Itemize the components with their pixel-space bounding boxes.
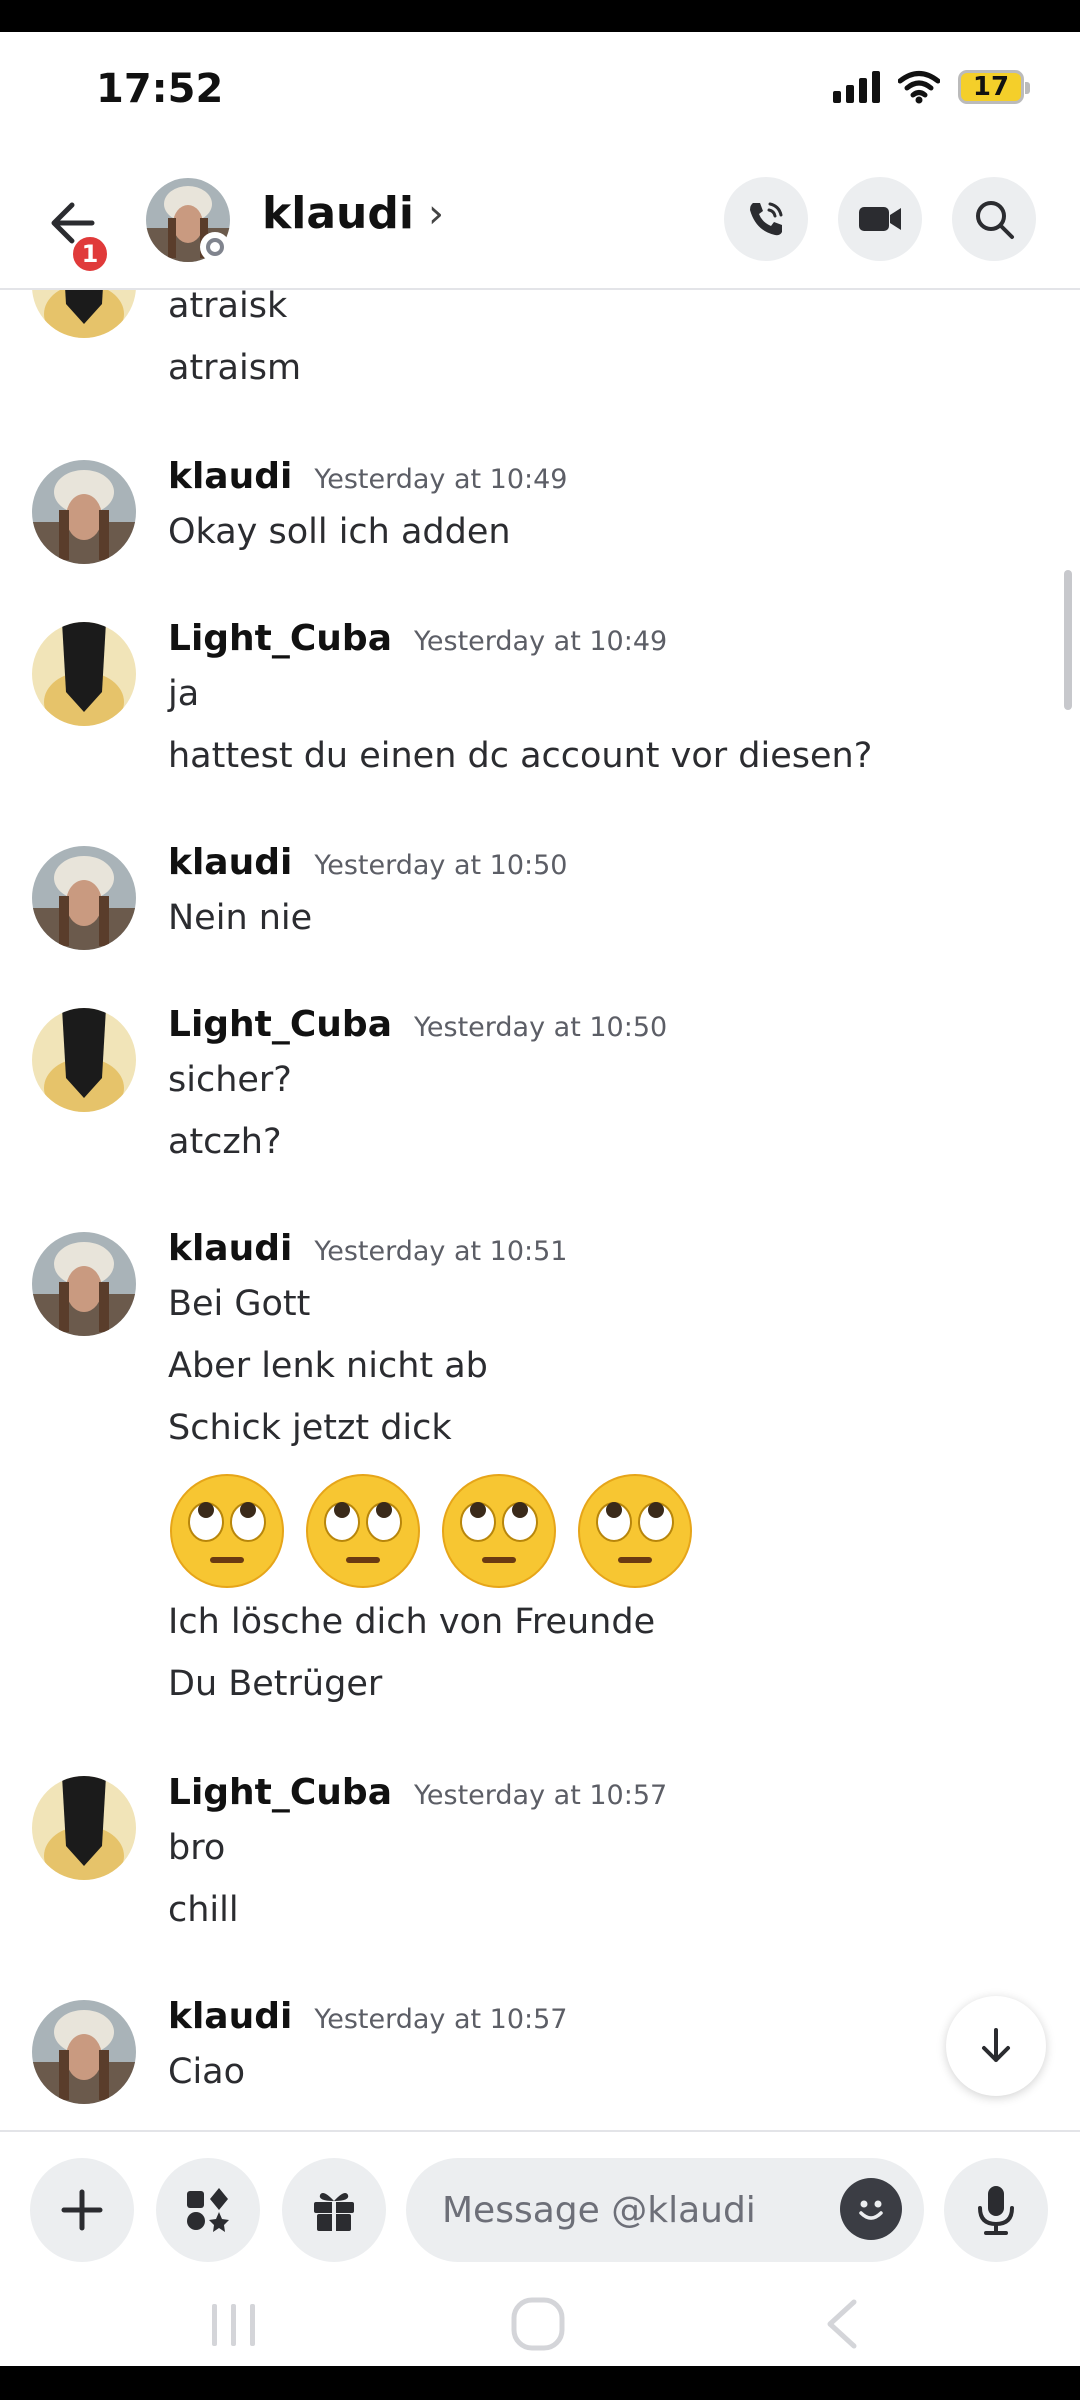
scrollbar-thumb[interactable] <box>1064 570 1072 710</box>
message-line: ja <box>168 674 200 714</box>
message-line: atczh? <box>168 1122 282 1162</box>
system-navigation-bar <box>0 2280 1080 2366</box>
arrow-down-icon <box>982 2028 1010 2062</box>
message-input-placeholder: Message @klaudi <box>442 2189 756 2231</box>
video-camera-icon <box>859 207 901 231</box>
message-header: Light_Cuba Yesterday at 10:49 <box>168 618 667 659</box>
apps-icon <box>187 2188 229 2232</box>
avatar-klaudi[interactable] <box>32 1232 136 1336</box>
avatar-light-cuba[interactable] <box>32 290 136 338</box>
message-line: sicher? <box>168 1060 292 1100</box>
wifi-icon <box>898 71 940 104</box>
avatar-klaudi[interactable] <box>32 2000 136 2104</box>
avatar-klaudi[interactable] <box>32 460 136 564</box>
chat-header: 1 klaudi › <box>0 152 1080 290</box>
message-line: Du Betrüger <box>168 1664 383 1704</box>
bottom-black-band <box>0 2366 1080 2400</box>
message-timestamp: Yesterday at 10:50 <box>314 850 568 881</box>
avatar-klaudi[interactable] <box>32 846 136 950</box>
message-line: atraism <box>168 348 302 388</box>
microphone-icon <box>978 2186 1014 2235</box>
emoji-message <box>168 1472 694 1590</box>
message-line: Bei Gott <box>168 1284 311 1324</box>
message-input[interactable]: Message @klaudi <box>406 2158 924 2262</box>
author-name[interactable]: klaudi <box>168 1996 292 2037</box>
jump-to-present-button[interactable] <box>946 1996 1046 2096</box>
author-name[interactable]: klaudi <box>168 1228 292 1269</box>
voice-message-button[interactable] <box>944 2158 1048 2262</box>
message-line: Nein nie <box>168 898 313 938</box>
status-time: 17:52 <box>96 66 224 112</box>
video-call-button[interactable] <box>838 177 922 261</box>
system-back-icon[interactable] <box>818 2296 864 2352</box>
plus-icon <box>61 2189 103 2231</box>
message-header: klaudi Yesterday at 10:49 <box>168 456 568 497</box>
face-with-rolling-eyes-icon <box>578 1474 692 1588</box>
message-timestamp: Yesterday at 10:57 <box>414 1780 668 1811</box>
message-list[interactable]: atraisk atraism klaudi Yesterday at 10:49… <box>0 290 1080 2130</box>
status-bar: 17:52 17 <box>0 32 1080 152</box>
face-with-rolling-eyes-icon <box>170 1474 284 1588</box>
author-name[interactable]: Light_Cuba <box>168 1004 392 1045</box>
status-icons: 17 <box>833 70 1030 104</box>
message-line: atraisk <box>168 290 288 326</box>
avatar-light-cuba[interactable] <box>32 1776 136 1880</box>
gift-icon <box>314 2193 354 2231</box>
voice-call-button[interactable] <box>724 177 808 261</box>
message-header: klaudi Yesterday at 10:57 <box>168 1996 568 2037</box>
message-line: hattest du einen dc account vor diesen? <box>168 736 873 776</box>
emoji-picker-button[interactable] <box>840 2178 902 2240</box>
message-header: klaudi Yesterday at 10:50 <box>168 842 568 883</box>
contact-name: klaudi <box>262 188 414 239</box>
avatar-light-cuba[interactable] <box>32 622 136 726</box>
message-line: Ciao <box>168 2052 246 2092</box>
message-line: Okay soll ich adden <box>168 512 511 552</box>
face-with-rolling-eyes-icon <box>442 1474 556 1588</box>
message-header: klaudi Yesterday at 10:51 <box>168 1228 568 1269</box>
search-button[interactable] <box>952 177 1036 261</box>
home-icon[interactable] <box>508 2296 568 2352</box>
author-name[interactable]: Light_Cuba <box>168 618 392 659</box>
chevron-right-icon: › <box>427 190 444 237</box>
add-attachment-button[interactable] <box>30 2158 134 2262</box>
face-with-rolling-eyes-icon <box>306 1474 420 1588</box>
recent-apps-icon[interactable] <box>206 2298 262 2350</box>
author-name[interactable]: klaudi <box>168 842 292 883</box>
message-line: Schick jetzt dick <box>168 1408 452 1448</box>
avatar-light-cuba[interactable] <box>32 1008 136 1112</box>
apps-button[interactable] <box>156 2158 260 2262</box>
search-icon <box>976 201 1014 239</box>
top-black-band <box>0 0 1080 32</box>
message-line: Aber lenk nicht ab <box>168 1346 488 1386</box>
contact-title[interactable]: klaudi › <box>262 188 444 239</box>
message-timestamp: Yesterday at 10:57 <box>314 2004 568 2035</box>
message-line: bro <box>168 1828 226 1868</box>
phone-call-icon <box>750 202 783 236</box>
message-header: Light_Cuba Yesterday at 10:50 <box>168 1004 667 1045</box>
emoji-icon <box>859 2200 883 2220</box>
author-name[interactable]: Light_Cuba <box>168 1772 392 1813</box>
message-line: Ich lösche dich von Freunde <box>168 1602 656 1642</box>
message-timestamp: Yesterday at 10:50 <box>414 1012 668 1043</box>
cellular-signal-icon <box>833 71 880 103</box>
message-timestamp: Yesterday at 10:49 <box>314 464 568 495</box>
author-name[interactable]: klaudi <box>168 456 292 497</box>
message-line: chill <box>168 1890 239 1930</box>
message-header: Light_Cuba Yesterday at 10:57 <box>168 1772 667 1813</box>
unread-badge: 1 <box>70 234 110 274</box>
message-timestamp: Yesterday at 10:49 <box>414 626 668 657</box>
message-timestamp: Yesterday at 10:51 <box>314 1236 568 1267</box>
presence-offline-icon <box>200 232 230 262</box>
message-composer: Message @klaudi <box>0 2130 1080 2280</box>
battery-indicator: 17 <box>958 70 1030 104</box>
gift-button[interactable] <box>282 2158 386 2262</box>
